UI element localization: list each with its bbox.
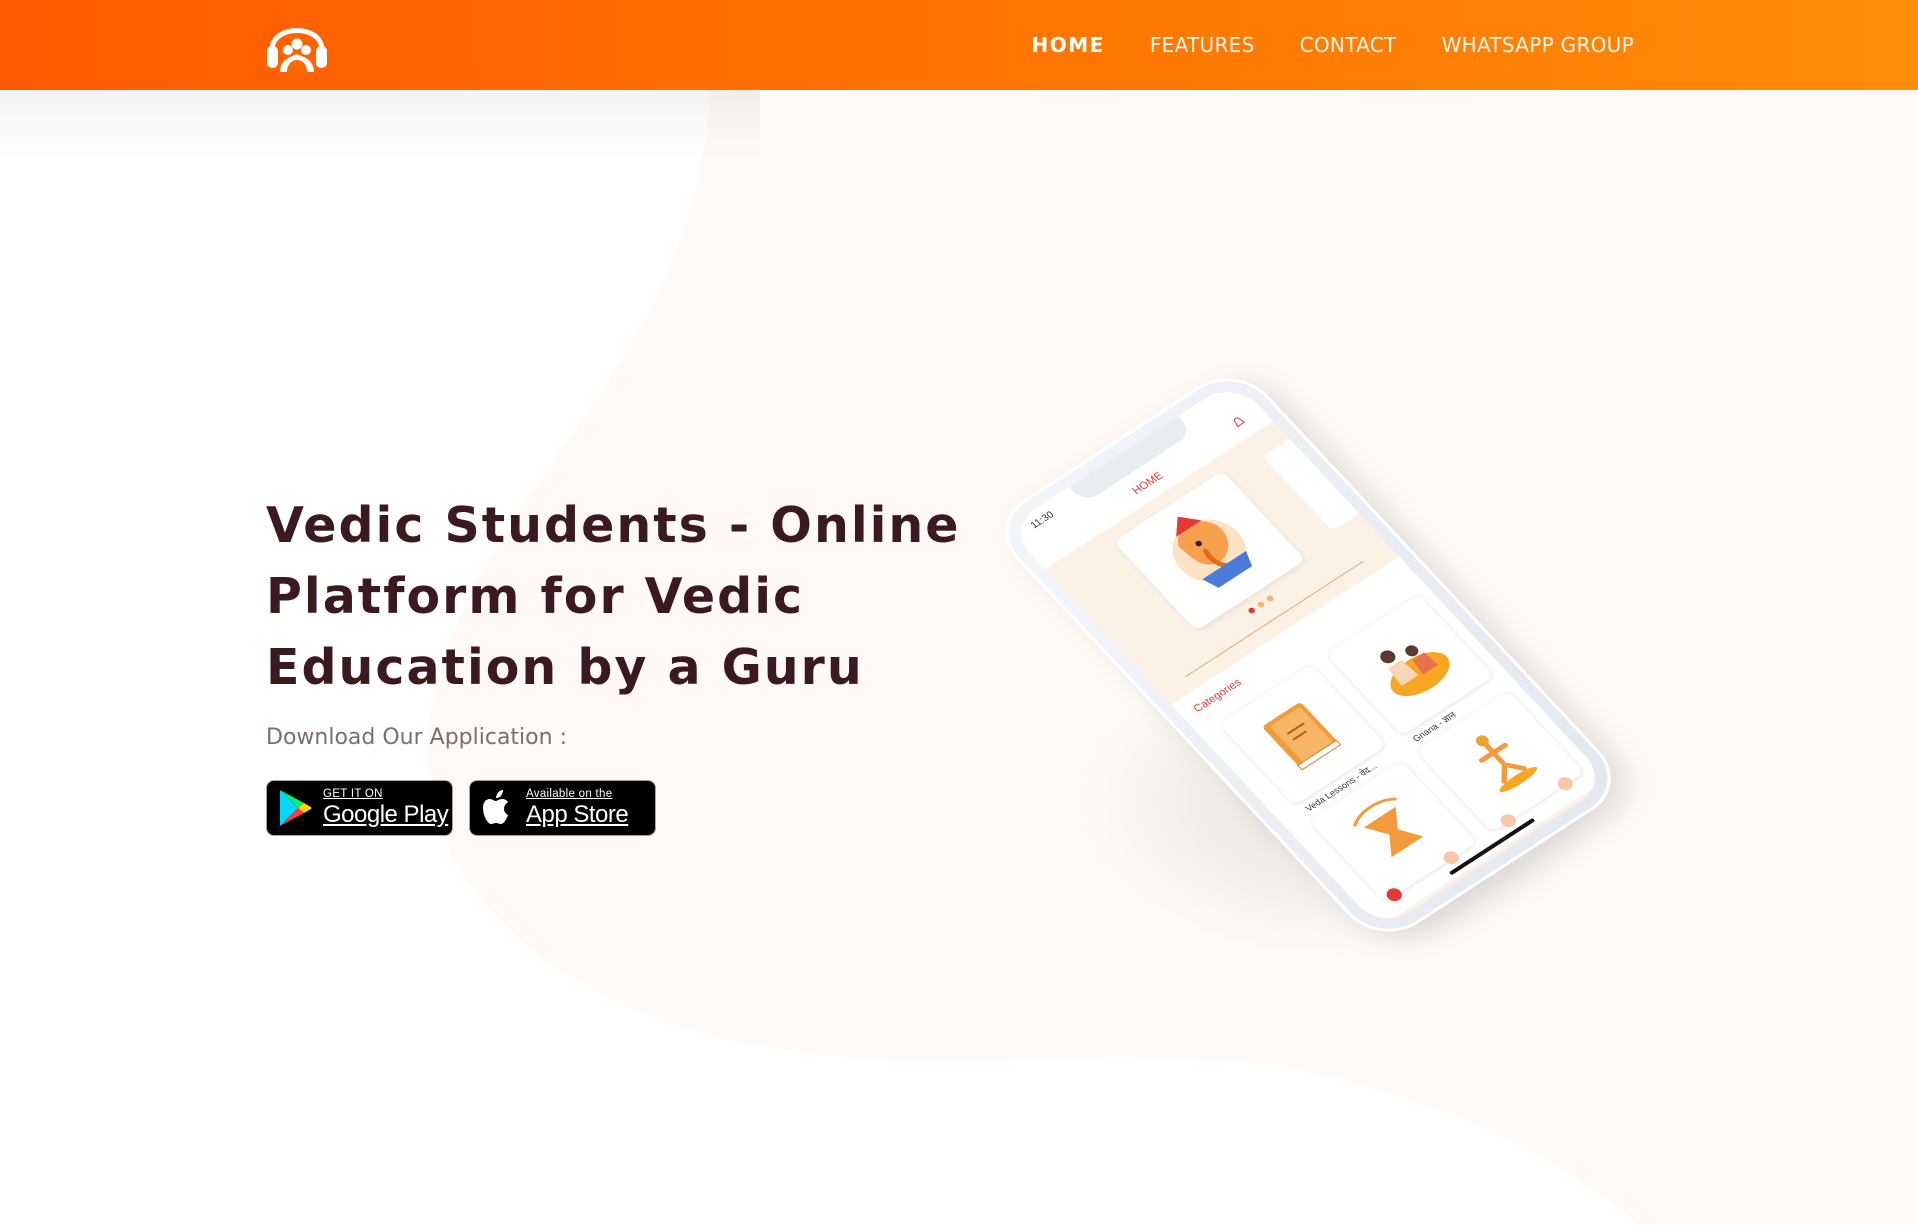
download-label: Download Our Application :	[266, 725, 567, 750]
hero-section: Vedic Students - Online Platform for Ved…	[266, 490, 986, 836]
phone-frame: 11:30 HOME Categories Veda Lessons - वेद…	[984, 361, 1632, 949]
app-banner-next-card	[1262, 434, 1366, 531]
pagination-dot	[1256, 600, 1266, 609]
pagination-dot-active	[1247, 606, 1257, 615]
nav-contact-link[interactable]: CONTACT	[1300, 33, 1397, 57]
hero-title-line-2: Platform for Vedic	[266, 568, 805, 625]
home-tab-icon	[1383, 885, 1405, 904]
hero-title-line-1: Vedic Students - Online	[266, 497, 961, 554]
navbar-shadow	[0, 90, 760, 160]
site-logo[interactable]	[264, 10, 330, 76]
pagination-dot	[1265, 594, 1275, 603]
app-store-small-label: Available on the	[526, 787, 613, 800]
teacher-student-illustration-icon	[1380, 645, 1450, 697]
nav-home-link[interactable]: HOME	[1032, 33, 1105, 57]
main-nav: HOME FEATURES CONTACT WHATSAPP GROUP	[1032, 0, 1634, 90]
google-play-icon	[280, 790, 312, 826]
profile-tab-icon	[1554, 774, 1577, 793]
book-illustration-icon	[1263, 703, 1342, 771]
top-navbar: HOME FEATURES CONTACT WHATSAPP GROUP	[0, 0, 1918, 90]
app-store-label: App Store	[526, 801, 629, 829]
google-play-label: Google Play	[323, 801, 449, 829]
audio-tab-icon	[1497, 811, 1519, 830]
phone-screen: 11:30 HOME Categories Veda Lessons - वेद…	[1006, 379, 1610, 931]
nav-features-link[interactable]: FEATURES	[1150, 33, 1255, 57]
nav-whatsapp-group-link[interactable]: WHATSAPP GROUP	[1442, 33, 1634, 57]
headphones-logo-icon	[267, 28, 327, 72]
google-play-small-label: GET IT ON	[323, 787, 383, 800]
google-play-text: GET IT ON Google Play	[323, 787, 449, 829]
search-tab-icon	[1440, 848, 1462, 867]
app-store-text: Available on the App Store	[526, 787, 629, 829]
phone-mockup: 11:30 HOME Categories Veda Lessons - वेद…	[984, 360, 1632, 960]
hero-title: Vedic Students - Online Platform for Ved…	[266, 490, 986, 703]
app-store-button[interactable]: Available on the App Store	[469, 780, 656, 836]
apple-icon	[483, 790, 508, 824]
google-play-button[interactable]: GET IT ON Google Play	[266, 780, 453, 836]
hero-title-line-3: Education by a Guru	[266, 639, 864, 696]
store-badges: GET IT ON Google Play Available on the A…	[266, 780, 986, 836]
